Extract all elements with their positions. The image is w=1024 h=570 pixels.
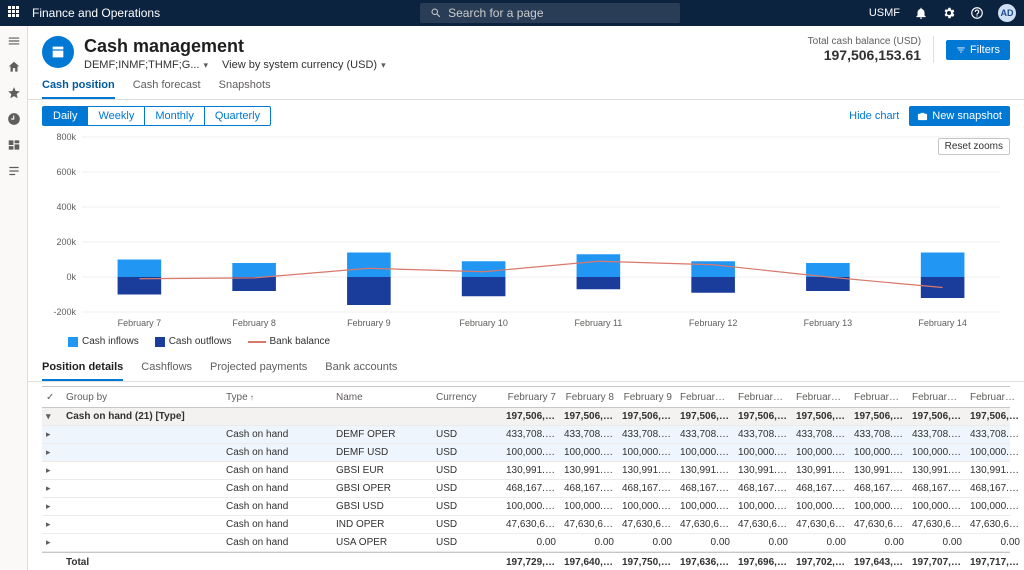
details-tabs: Position details Cashflows Projected pay… [28,355,1024,382]
svg-text:0k: 0k [66,272,76,282]
table-row[interactable]: Cash on handGBSI EURUSD130,991.02130,991… [42,462,1010,480]
tab-cash-forecast[interactable]: Cash forecast [133,79,201,99]
col-day2[interactable]: February 8 [560,392,618,403]
svg-text:February 14: February 14 [918,318,967,328]
bell-icon[interactable] [914,6,928,20]
clock-icon[interactable] [7,112,21,126]
hide-chart-link[interactable]: Hide chart [849,110,899,122]
chart-legend: Cash inflows Cash outflows Bank balance [28,332,1024,355]
select-all[interactable] [42,392,62,403]
legend-outflows[interactable]: Cash outflows [155,336,232,347]
grid-footer: Total 197,729,464.46 197,640,842.36 197,… [42,552,1010,570]
new-snapshot-button[interactable]: New snapshot [909,106,1010,126]
cash-chart[interactable]: -200k 0k 200k 400k 600k 800k February 7 Februar… [42,132,1010,332]
period-monthly[interactable]: Monthly [145,106,205,126]
table-row[interactable]: Cash on handUSA OPERUSD0.000.000.000.000… [42,534,1010,552]
legend-inflows[interactable]: Cash inflows [68,336,139,347]
app-launcher-icon[interactable] [8,6,22,20]
avatar[interactable]: AD [998,4,1016,22]
legend-balance[interactable]: Bank balance [248,336,331,347]
modules-icon[interactable] [7,164,21,178]
period-quarterly[interactable]: Quarterly [205,106,271,126]
col-name[interactable]: Name [332,392,432,403]
position-grid: Group by Type Name Currency February 7 F… [42,386,1010,570]
page-icon [42,36,74,68]
svg-text:200k: 200k [56,237,76,247]
col-currency[interactable]: Currency [432,392,502,403]
svg-text:-200k: -200k [53,307,76,317]
global-search[interactable]: Search for a page [420,3,680,23]
tab-bank-accounts[interactable]: Bank accounts [325,361,397,381]
col-day6[interactable]: February 12 [792,392,850,403]
home-icon[interactable] [7,60,21,74]
col-day7[interactable]: February 13 [850,392,908,403]
total-balance: Total cash balance (USD) 197,506,153.61 [808,36,934,63]
camera-icon [917,111,928,122]
period-group: Daily Weekly Monthly Quarterly [42,106,271,126]
chart-toolbar: Daily Weekly Monthly Quarterly Hide char… [28,100,1024,132]
svg-text:February 13: February 13 [804,318,853,328]
grid-header: Group by Type Name Currency February 7 F… [42,386,1010,408]
tab-snapshots[interactable]: Snapshots [219,79,271,99]
col-day5[interactable]: February 11 [734,392,792,403]
table-row[interactable]: Cash on handGBSI OPERUSD468,167.51468,16… [42,480,1010,498]
svg-text:February 9: February 9 [347,318,391,328]
currency-picker[interactable]: View by system currency (USD) [222,59,386,71]
tab-cashflows[interactable]: Cashflows [141,361,192,381]
svg-text:February 7: February 7 [118,318,162,328]
group-row[interactable]: Cash on hand (21) [Type]197,506,153.6119… [42,408,1010,426]
tab-cash-position[interactable]: Cash position [42,79,115,99]
table-row[interactable]: Cash on handGBSI USDUSD100,000.00100,000… [42,498,1010,516]
reset-zoom-button[interactable]: Reset zooms [938,138,1010,155]
page-title: Cash management [84,36,386,57]
tab-projected-payments[interactable]: Projected payments [210,361,307,381]
col-day3[interactable]: February 9 [618,392,676,403]
col-groupby[interactable]: Group by [62,392,222,403]
star-icon[interactable] [7,86,21,100]
filters-button[interactable]: Filters [946,40,1010,60]
period-daily[interactable]: Daily [42,106,88,126]
table-row[interactable]: Cash on handDEMF OPERUSD433,708.30433,70… [42,426,1010,444]
hamburger-icon[interactable] [7,34,21,48]
filter-icon [956,45,966,55]
col-day8[interactable]: February 14 [908,392,966,403]
period-weekly[interactable]: Weekly [88,106,145,126]
tab-position-details[interactable]: Position details [42,361,123,381]
help-icon[interactable] [970,6,984,20]
col-day9[interactable]: February 15 [966,392,1024,403]
company-picker[interactable]: USMF [869,7,900,19]
page-header: Cash management DEMF;INMF;THMF;G... View… [28,26,1024,71]
brand: Finance and Operations [32,6,160,20]
svg-text:February 12: February 12 [689,318,738,328]
entity-picker[interactable]: DEMF;INMF;THMF;G... [84,59,208,71]
topbar: Finance and Operations Search for a page… [0,0,1024,26]
workspace-icon[interactable] [7,138,21,152]
gear-icon[interactable] [942,6,956,20]
svg-text:February 8: February 8 [232,318,276,328]
svg-text:February 10: February 10 [459,318,508,328]
search-placeholder: Search for a page [448,6,543,20]
col-day4[interactable]: February 10 [676,392,734,403]
svg-text:800k: 800k [56,132,76,142]
left-rail [0,26,28,570]
search-icon [430,7,442,19]
svg-text:600k: 600k [56,167,76,177]
table-row[interactable]: Cash on handIND OPERUSD47,630,638.6747,6… [42,516,1010,534]
chart-area: Reset zooms -200k 0k 200k 400k 600k 800k Febru… [42,132,1010,332]
svg-text:February 11: February 11 [574,318,622,328]
col-type[interactable]: Type [222,392,332,403]
table-row[interactable]: Cash on handDEMF USDUSD100,000.00100,000… [42,444,1010,462]
col-day1[interactable]: February 7 [502,392,560,403]
main-tabs: Cash position Cash forecast Snapshots [28,71,1024,100]
svg-text:400k: 400k [56,202,76,212]
